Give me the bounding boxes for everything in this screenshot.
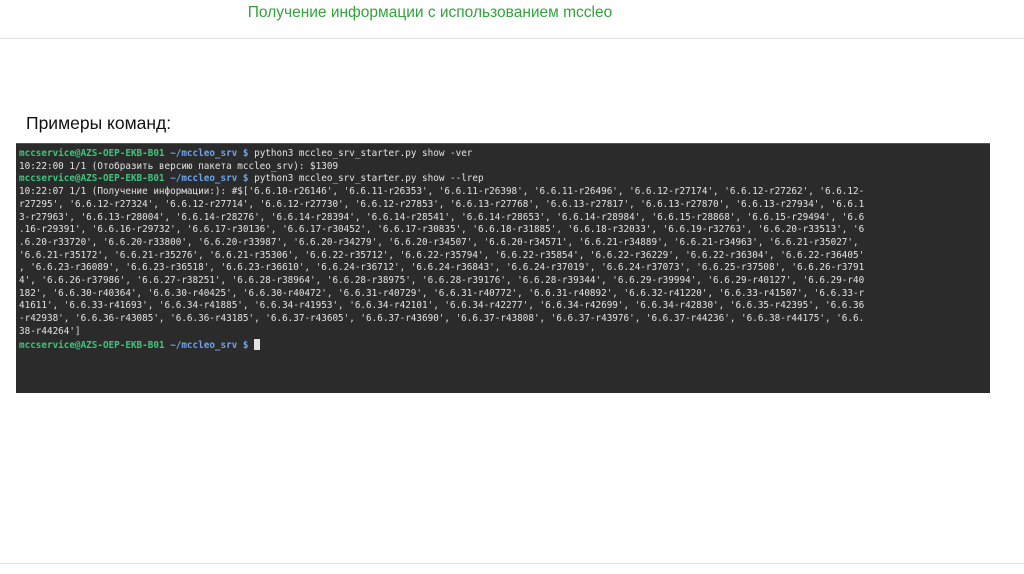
prompt-user: mccservice@AZS-OEP-EKB-B01 xyxy=(19,339,165,351)
terminal-command-line: mccservice@AZS-OEP-EKB-B01 ~/mccleo_srv … xyxy=(19,148,990,161)
terminal-output-line: , '6.6.23-r36089', '6.6.23-r36518', '6.6… xyxy=(19,262,865,274)
prompt-path: ~/mccleo_srv $ xyxy=(170,173,249,185)
terminal-output-line: .16-r29391', '6.6.16-r29732', '6.6.17-r3… xyxy=(19,224,865,236)
top-divider xyxy=(0,38,1024,39)
terminal-output-line: 182', '6.6.30-r40364', '6.6.30-r40425', … xyxy=(19,287,865,299)
terminal-output-line: 38-r44264'] xyxy=(19,325,81,337)
terminal-cursor xyxy=(254,338,261,350)
terminal-output-line: r27295', '6.6.12-r27324', '6.6.12-r27714… xyxy=(19,198,865,210)
terminal-prompt-line[interactable]: mccservice@AZS-OEP-EKB-B01 ~/mccleo_srv … xyxy=(19,338,990,353)
terminal-output-line: .6.20-r33720', '6.6.20-r33800', '6.6.20-… xyxy=(19,236,859,248)
prompt-path: ~/mccleo_srv $ xyxy=(170,339,249,351)
prompt-path: ~/mccleo_srv $ xyxy=(170,148,249,159)
prompt-user: mccservice@AZS-OEP-EKB-B01 xyxy=(19,173,165,185)
prompt-user: mccservice@AZS-OEP-EKB-B01 xyxy=(19,148,165,159)
section-heading: Примеры команд: xyxy=(26,113,172,133)
terminal-output-line: 10:22:00 1/1 (Отобразить версию пакета m… xyxy=(19,160,339,172)
terminal-output-line: 10:22:07 1/1 (Получение информации:): #$… xyxy=(19,186,865,198)
terminal-output-line: 3-r27963', '6.6.13-r28004', '6.6.14-r282… xyxy=(19,211,865,223)
command-text: python3 mccleo_srv_starter.py show --lre… xyxy=(248,173,484,185)
terminal-output-line: 41611', '6.6.33-r41693', '6.6.34-r41885'… xyxy=(19,300,865,312)
slide-title: Получение информации с использованием mc… xyxy=(247,4,613,21)
terminal-output-line: '6.6.21-r35172', '6.6.21-r35276', '6.6.2… xyxy=(19,249,865,261)
terminal-output-line: -r42938', '6.6.36-r43085', '6.6.36-r4318… xyxy=(19,313,865,325)
terminal-command-line: mccservice@AZS-OEP-EKB-B01 ~/mccleo_srv … xyxy=(19,173,990,186)
terminal-window[interactable]: mccservice@AZS-OEP-EKB-B01 ~/mccleo_srv … xyxy=(16,143,990,393)
terminal-output-line: 4', '6.6.26-r37986', '6.6.27-r38251', '6… xyxy=(19,275,865,287)
bottom-divider xyxy=(0,563,1024,564)
command-text: python3 mccleo_srv_starter.py show -ver xyxy=(248,148,473,159)
